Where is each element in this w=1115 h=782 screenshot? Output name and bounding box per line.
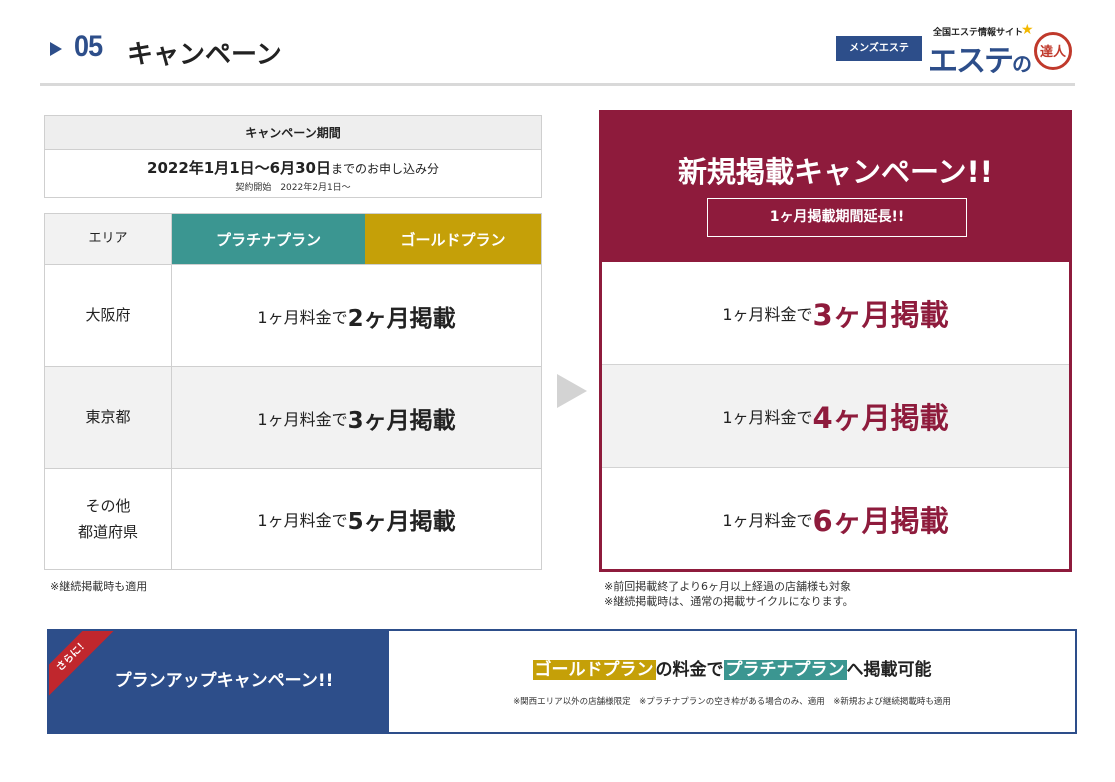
plan-up-label-area: さらに！ プランアップキャンペーン!! <box>49 631 389 732</box>
area-label: 東京都 <box>45 367 172 468</box>
section-arrow-icon <box>50 42 62 56</box>
table-row: 大阪府 1ヶ月料金で 2ヶ月掲載 <box>45 265 541 367</box>
campaign-period-heading: キャンペーン期間 <box>45 116 541 150</box>
table-row: 東京都 1ヶ月料金で 3ヶ月掲載 <box>45 367 541 469</box>
area-label: 大阪府 <box>45 265 172 366</box>
plan-offer: 1ヶ月料金で 2ヶ月掲載 <box>257 305 456 332</box>
plan-up-title: プランアップキャンペーン!! <box>114 671 334 691</box>
new-campaign-notes: ※前回掲載終了より6ヶ月以上経過の店舗様も対象 ※継続掲載時は、通常の掲載サイク… <box>604 580 854 608</box>
campaign-period-box: キャンペーン期間 2022年1月1日〜6月30日までのお申し込み分 契約開始 2… <box>44 115 542 198</box>
page-title: キャンペーン <box>127 40 282 70</box>
table-row: その他 都道府県 1ヶ月料金で 5ヶ月掲載 <box>45 469 541 569</box>
plan-offer: 1ヶ月料金で 5ヶ月掲載 <box>257 509 456 535</box>
table-header-row: エリア プラチナプラン ゴールドプラン <box>45 214 541 265</box>
mens-esthe-badge: メンズエステ <box>836 36 922 61</box>
column-gold-header: ゴールドプラン <box>365 214 541 264</box>
plan-up-note: ※関西エリア以外の店舗様限定 ※プラチナプランの空き枠がある場合のみ、適用 ※新… <box>513 697 951 707</box>
column-platinum-header: プラチナプラン <box>172 214 365 264</box>
table-note: ※継続掲載時も適用 <box>50 580 148 593</box>
logo-wordmark: エステの <box>928 44 1032 79</box>
list-item: 1ヶ月料金で 6ヶ月掲載 <box>722 503 949 538</box>
logo-emblem: 達人 <box>1034 32 1072 70</box>
campaign-period-dates: 2022年1月1日〜6月30日までのお申し込み分 <box>147 159 439 177</box>
plan-up-banner: さらに！ プランアップキャンペーン!! ゴールドプラン の料金で プラチナプラン へ掲… <box>47 629 1077 734</box>
new-campaign-header: 新規掲載キャンペーン!! 1ヶ月掲載期間延長!! <box>602 113 1069 262</box>
contract-start: 契約開始 2022年2月1日〜 <box>235 183 351 193</box>
list-item: 1ヶ月料金で 3ヶ月掲載 <box>602 262 1069 365</box>
plan-table: エリア プラチナプラン ゴールドプラン 大阪府 1ヶ月料金で 2ヶ月掲載 東京都 … <box>44 213 542 570</box>
section-number: 05 <box>74 30 103 63</box>
new-campaign-subtitle: 1ヶ月掲載期間延長!! <box>707 198 967 237</box>
area-label: その他 都道府県 <box>45 469 172 569</box>
site-logo: 全国エステ情報サイト ★ エステの 達人 <box>928 22 1073 79</box>
plan-up-message: ゴールドプラン の料金で プラチナプラン へ掲載可能 <box>532 660 932 680</box>
column-area-header: エリア <box>45 214 172 264</box>
play-arrow-icon <box>557 374 587 408</box>
new-campaign-title: 新規掲載キャンペーン!! <box>677 155 993 189</box>
plan-offer: 1ヶ月料金で 3ヶ月掲載 <box>257 407 456 434</box>
header-divider <box>40 83 1075 86</box>
list-item: 1ヶ月料金で 4ヶ月掲載 <box>602 365 1069 468</box>
new-campaign-panel: 新規掲載キャンペーン!! 1ヶ月掲載期間延長!! 1ヶ月料金で 3ヶ月掲載 1ヶ月… <box>599 110 1072 572</box>
